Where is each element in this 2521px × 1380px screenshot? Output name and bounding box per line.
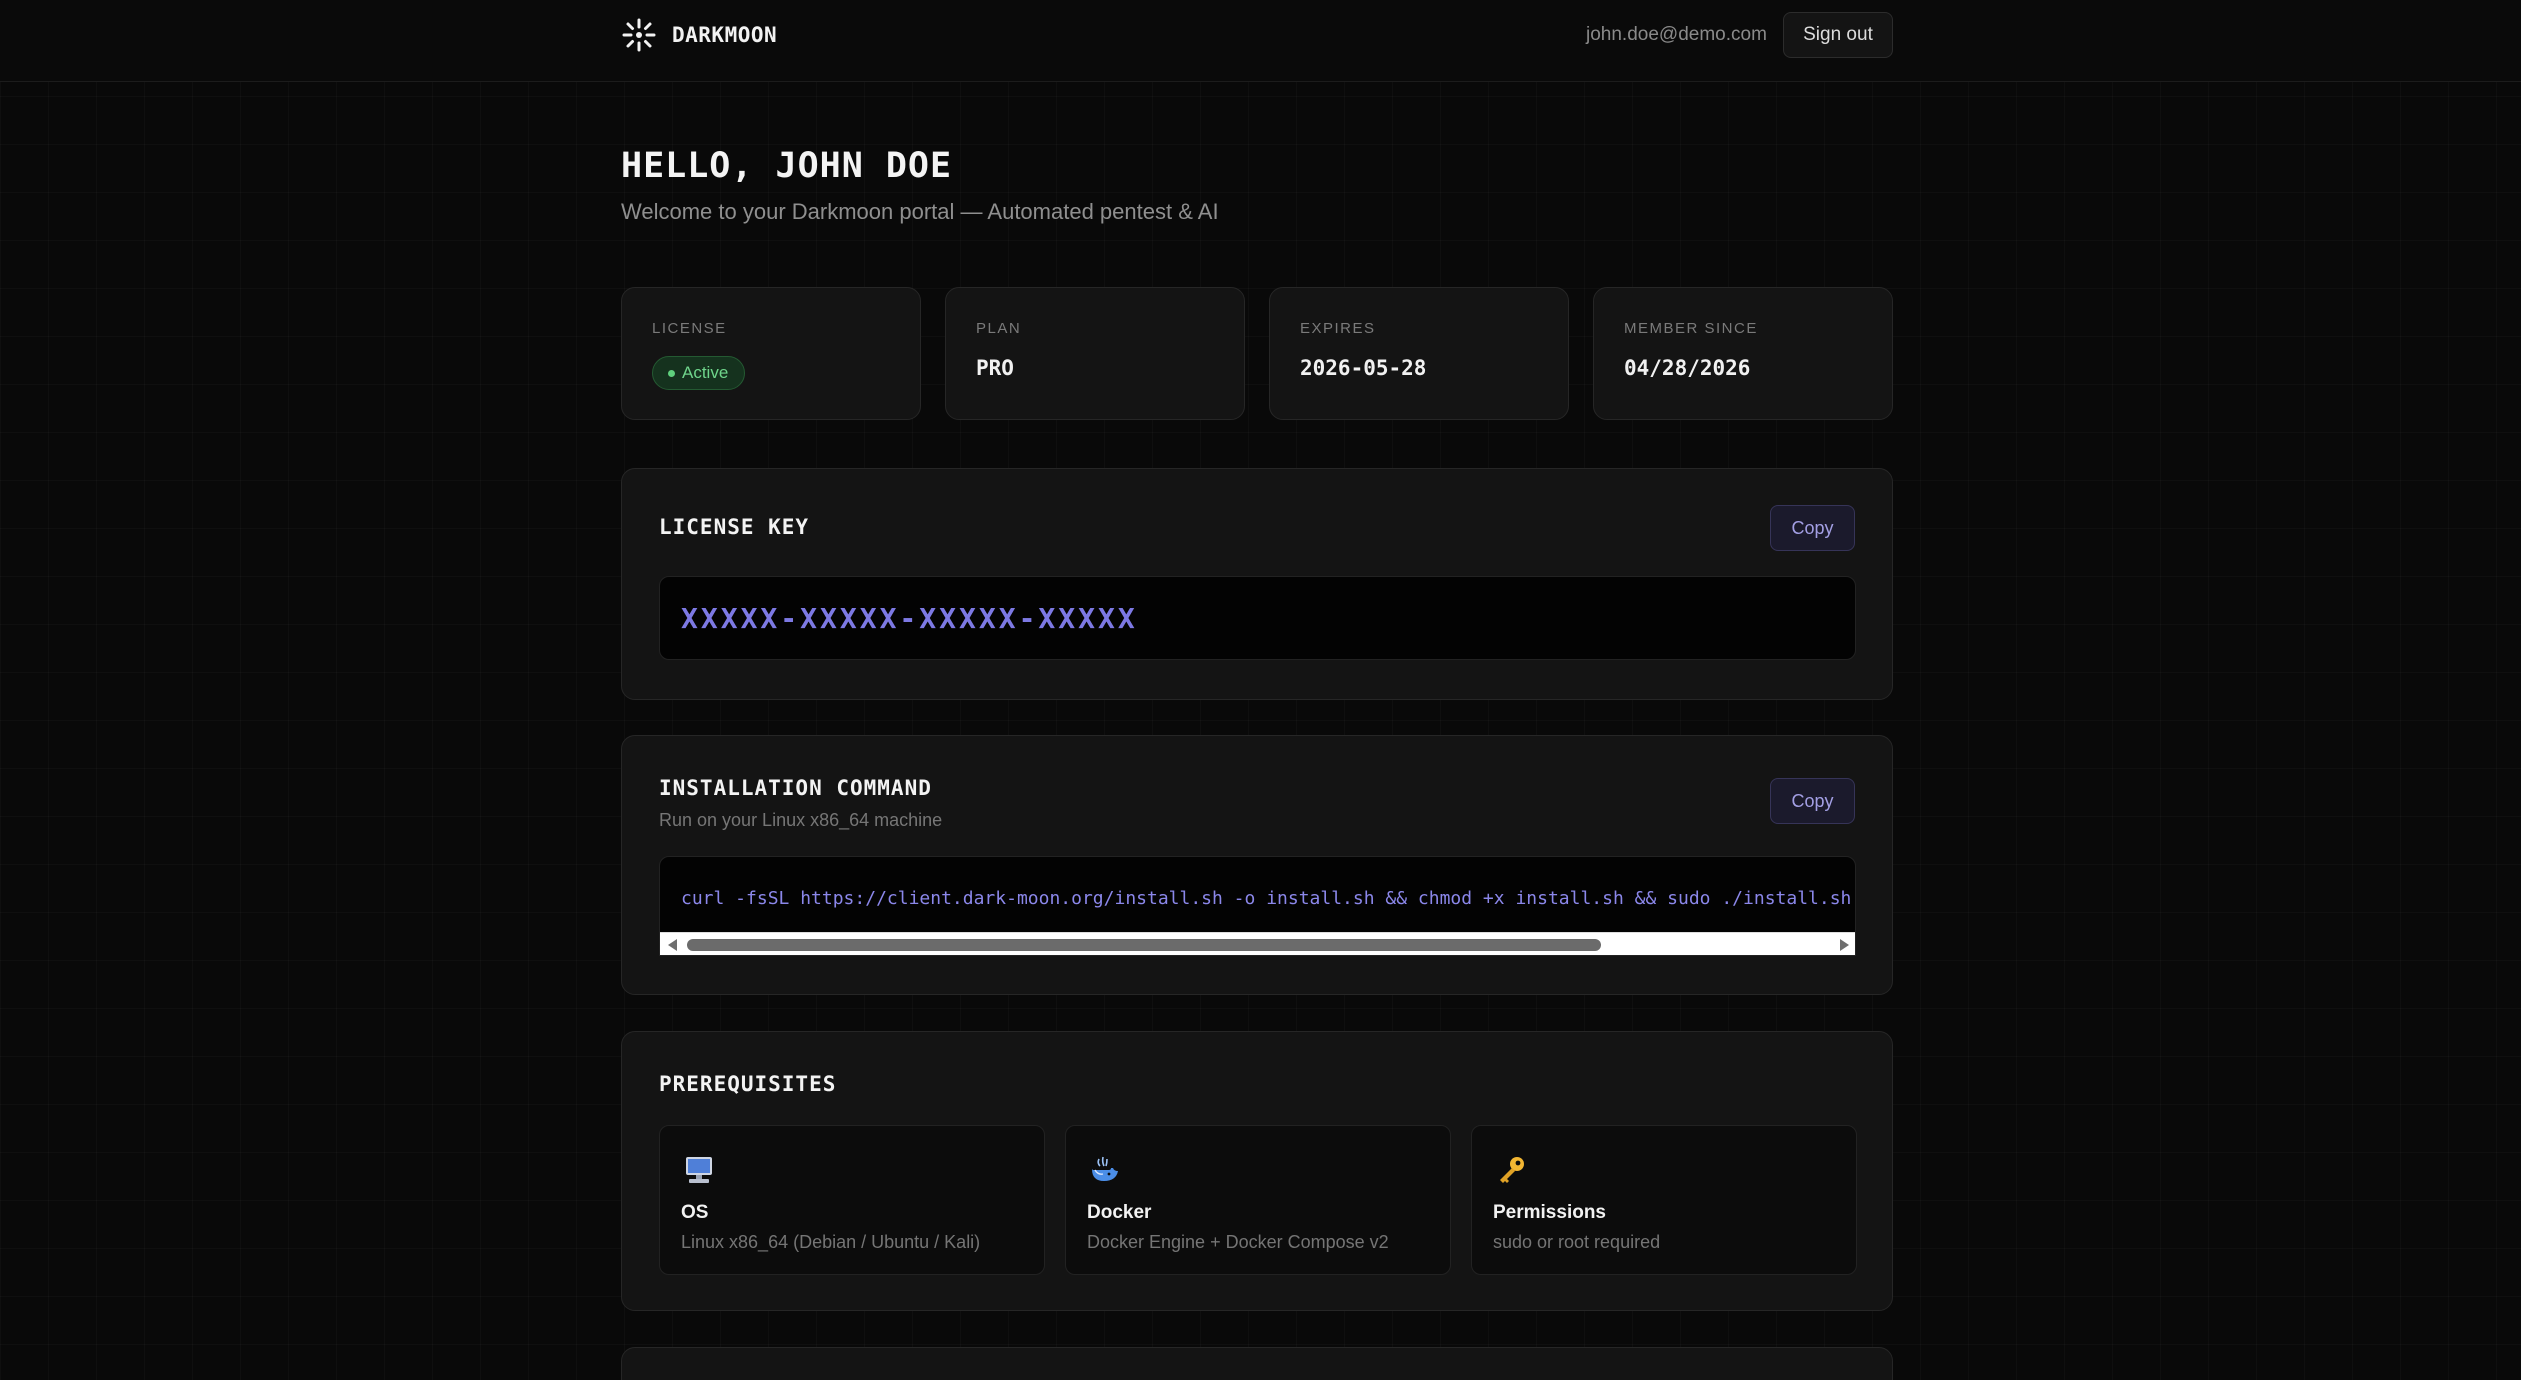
installation-command-card: INSTALLATION COMMAND Run on your Linux x… <box>621 735 1893 995</box>
computer-icon <box>686 1157 712 1183</box>
install-command-text: curl -fsSL https://client.dark-moon.org/… <box>681 888 1852 909</box>
prereq-title: Docker <box>1087 1202 1152 1223</box>
user-email: john.doe@demo.com <box>1586 24 1767 45</box>
prereq-title: Permissions <box>1493 1202 1606 1223</box>
license-key-card: LICENSE KEY Copy XXXXX-XXXXX-XXXXX-XXXXX <box>621 468 1893 700</box>
command-code-block[interactable]: curl -fsSL https://client.dark-moon.org/… <box>659 856 1856 956</box>
stat-label: LICENSE <box>652 320 727 337</box>
license-key-value: XXXXX-XXXXX-XXXXX-XXXXX <box>681 602 1138 635</box>
prerequisites-title: PREREQUISITES <box>659 1072 837 1096</box>
status-dot-icon <box>668 369 675 377</box>
scroll-right-arrow-icon[interactable] <box>1840 939 1849 951</box>
scrollbar-thumb[interactable] <box>687 939 1601 951</box>
license-key-title: LICENSE KEY <box>659 515 810 539</box>
key-icon <box>1500 1157 1524 1183</box>
stat-label: EXPIRES <box>1300 320 1376 337</box>
prereq-docker: Docker Docker Engine + Docker Compose v2 <box>1065 1125 1451 1275</box>
prerequisites-card: PREREQUISITES OS Linux x86_64 (Debian / … <box>621 1031 1893 1311</box>
sign-out-button[interactable]: Sign out <box>1783 12 1893 58</box>
expires-card: EXPIRES 2026-05-28 <box>1269 287 1569 420</box>
docker-whale-icon <box>1092 1156 1118 1181</box>
prereq-desc: Linux x86_64 (Debian / Ubuntu / Kali) <box>681 1232 981 1252</box>
plan-card: PLAN PRO <box>945 287 1245 420</box>
member-since-value: 04/28/2026 <box>1624 356 1751 380</box>
status-badge: Active <box>652 356 746 390</box>
installation-command-title: INSTALLATION COMMAND <box>659 776 932 800</box>
brand[interactable]: DARKMOON <box>621 16 777 54</box>
stat-label: MEMBER SINCE <box>1624 320 1758 337</box>
darkmoon-logo-icon <box>622 18 656 52</box>
horizontal-scrollbar[interactable] <box>660 932 1855 955</box>
prereq-os: OS Linux x86_64 (Debian / Ubuntu / Kali) <box>659 1125 1045 1275</box>
scroll-left-arrow-icon[interactable] <box>668 939 677 951</box>
stat-label: PLAN <box>976 320 1022 337</box>
prereq-desc: Docker Engine + Docker Compose v2 <box>1087 1232 1389 1252</box>
page-subtitle: Welcome to your Darkmoon portal — Automa… <box>621 199 1219 224</box>
plan-value: PRO <box>976 356 1014 380</box>
prereq-title: OS <box>681 1202 709 1223</box>
license-status-card: LICENSE Active <box>621 287 921 420</box>
installation-command-subtitle: Run on your Linux x86_64 machine <box>659 810 943 830</box>
next-section-card <box>621 1347 1893 1380</box>
copy-license-key-button[interactable]: Copy <box>1770 505 1855 551</box>
top-bar: DARKMOON john.doe@demo.com Sign out <box>0 0 2521 82</box>
member-since-card: MEMBER SINCE 04/28/2026 <box>1593 287 1893 420</box>
copy-command-button[interactable]: Copy <box>1770 778 1855 824</box>
prereq-desc: sudo or root required <box>1493 1232 1661 1252</box>
prereq-permissions: Permissions sudo or root required <box>1471 1125 1857 1275</box>
brand-name: DARKMOON <box>672 23 778 47</box>
status-badge-text: Active <box>682 363 729 382</box>
license-key-field[interactable]: XXXXX-XXXXX-XXXXX-XXXXX <box>659 576 1856 660</box>
expires-value: 2026-05-28 <box>1300 356 1427 380</box>
page-title: HELLO, JOHN DOE <box>621 146 953 186</box>
